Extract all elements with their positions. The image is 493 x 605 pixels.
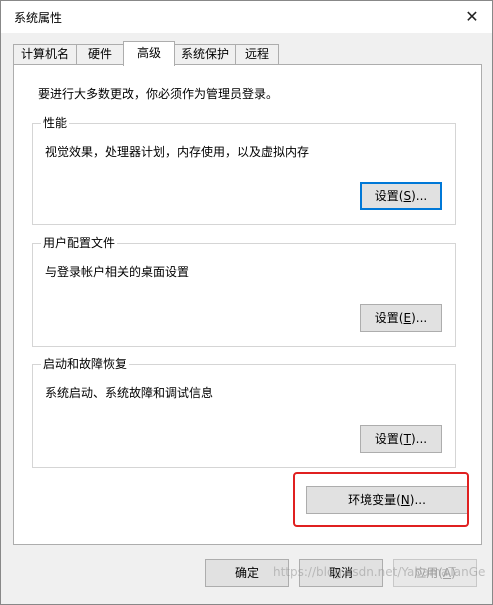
tab-computer-name[interactable]: 计算机名	[13, 44, 77, 65]
tab-system-protection[interactable]: 系统保护	[174, 44, 236, 65]
admin-note: 要进行大多数更改，你必须作为管理员登录。	[38, 87, 279, 101]
system-properties-dialog: 系统属性 ✕ 计算机名 硬件 高级 系统保护 远程 要进行大多数更改，你必须作为…	[0, 0, 493, 605]
user-profiles-settings-button[interactable]: 设置(E)...	[360, 304, 442, 332]
cancel-button[interactable]: 取消	[299, 559, 383, 587]
tab-hardware[interactable]: 硬件	[76, 44, 124, 65]
window-title: 系统属性	[14, 11, 63, 25]
environment-variables-button[interactable]: 环境变量(N)...	[306, 486, 468, 514]
startup-recovery-group-title: 启动和故障恢复	[41, 357, 130, 371]
performance-settings-button[interactable]: 设置(S)...	[360, 182, 442, 210]
close-icon[interactable]: ✕	[458, 5, 486, 29]
performance-group: 性能 视觉效果，处理器计划，内存使用，以及虚拟内存 设置(S)...	[32, 116, 456, 225]
tab-advanced[interactable]: 高级	[123, 41, 175, 66]
advanced-tab-panel: 要进行大多数更改，你必须作为管理员登录。 性能 视觉效果，处理器计划，内存使用，…	[13, 64, 482, 545]
performance-group-title: 性能	[41, 116, 70, 130]
user-profiles-group: 用户配置文件 与登录帐户相关的桌面设置 设置(E)...	[32, 236, 456, 347]
user-profiles-description: 与登录帐户相关的桌面设置	[45, 265, 190, 279]
startup-recovery-settings-button[interactable]: 设置(T)...	[360, 425, 442, 453]
apply-button[interactable]: 应用(A)	[393, 559, 477, 587]
user-profiles-group-title: 用户配置文件	[41, 236, 118, 250]
title-bar: 系统属性 ✕	[1, 1, 492, 33]
ok-button[interactable]: 确定	[205, 559, 289, 587]
performance-description: 视觉效果，处理器计划，内存使用，以及虚拟内存	[45, 145, 310, 159]
tab-remote[interactable]: 远程	[235, 44, 279, 65]
startup-recovery-group: 启动和故障恢复 系统启动、系统故障和调试信息 设置(T)...	[32, 357, 456, 468]
startup-recovery-description: 系统启动、系统故障和调试信息	[45, 386, 214, 400]
